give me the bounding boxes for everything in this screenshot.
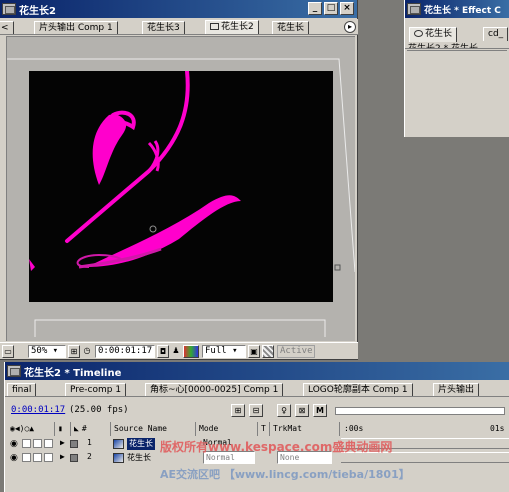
shy-layers-icon[interactable]: ⊟	[249, 404, 263, 417]
timeline-fps: (25.00 fps)	[69, 405, 129, 415]
watermark-copyright: 版权所有www.kespace.com盛典动画网	[160, 440, 393, 454]
motion-blur-icon[interactable]: ⊠	[295, 404, 309, 417]
comp-pasteboard[interactable]	[6, 36, 355, 341]
solo-toggle[interactable]	[33, 453, 42, 462]
audio-toggle[interactable]	[22, 453, 31, 462]
composition-icon	[2, 3, 16, 15]
effect-icon	[414, 30, 423, 37]
av-features-header: ◉◀)○▲	[7, 422, 55, 436]
film-icon	[113, 438, 124, 449]
tab-comp-3[interactable]: 花生长3	[142, 21, 185, 34]
effect-window-icon	[407, 3, 421, 15]
number-column-header: ◣ #	[71, 422, 111, 436]
audio-toggle[interactable]	[22, 439, 31, 448]
tab-menu-arrow-icon[interactable]: ▸	[344, 21, 356, 33]
label-color-swatch[interactable]	[70, 440, 78, 448]
eye-icon[interactable]: ◉	[10, 439, 19, 449]
label-swatch-icon: ◣	[74, 424, 79, 433]
composition-window: 花生长2 _ □ × < 片头输出 Comp 1 花生长3 花生长2 花生长 ▸	[0, 0, 358, 360]
tab-effect-cd[interactable]: cd_	[483, 27, 509, 41]
maximize-icon[interactable]: □	[324, 2, 338, 15]
lock-toggle[interactable]	[44, 453, 53, 462]
minimize-icon[interactable]: _	[308, 2, 322, 15]
solo-toggle[interactable]	[33, 439, 42, 448]
effect-breadcrumb: 花生长2 * 花生长	[408, 44, 478, 49]
comp-marker-icon[interactable]: ⊞	[231, 404, 245, 417]
timeline-title: 花生长2 * Timeline	[24, 367, 122, 379]
tab-logo-outline-comp[interactable]: LOGO轮廓副本 Comp 1	[303, 383, 413, 396]
tab-effect-layer[interactable]: 花生长	[409, 27, 458, 42]
tab-partial-left[interactable]: <	[0, 21, 14, 34]
tab-corner-heart-comp[interactable]: 角标~心[0000-0025] Comp 1	[145, 383, 284, 396]
layer-number: 1	[87, 438, 92, 447]
comp-window-title: 花生长2	[19, 5, 56, 17]
resolution-select[interactable]: Full ▾	[202, 344, 246, 358]
film-icon	[210, 23, 219, 30]
effect-controls-panel	[407, 50, 507, 134]
tab-final[interactable]: final	[7, 383, 37, 396]
timeline-column-header: ◉◀)○▲ ▮ ◣ # Source Name Mode T TrkMat :00…	[5, 422, 509, 436]
show-snapshot-icon[interactable]: ♟	[171, 344, 181, 358]
tab-comp-1[interactable]: 花生长	[272, 21, 310, 34]
effect-window-title: 花生长 * Effect C	[424, 5, 501, 16]
timeline-icon	[7, 365, 21, 377]
tab-pre-comp-1[interactable]: Pre-comp 1	[65, 383, 127, 396]
layer-source-name[interactable]: 花生长	[113, 437, 155, 450]
twirl-arrow-icon[interactable]: ▶	[60, 437, 65, 450]
film-icon	[113, 452, 124, 463]
effect-controls-window: 花生长 * Effect C 花生长 cd_ 花生长2 * 花生长	[404, 0, 509, 137]
region-of-interest-icon[interactable]: ▣	[248, 344, 260, 358]
watermark-forum: AE交流区吧 【www.lincg.com/tieba/1801】	[160, 468, 410, 481]
lock-toggle[interactable]	[44, 439, 53, 448]
time-navigator[interactable]	[335, 407, 505, 415]
mode-header: Mode	[196, 422, 258, 436]
tab-comp-2[interactable]: 花生长2	[205, 20, 259, 34]
composition-canvas[interactable]	[29, 71, 333, 302]
zoom-select[interactable]: 50% ▾	[28, 344, 66, 358]
timeline-title-bar[interactable]: 花生长2 * Timeline	[5, 362, 509, 380]
ruler-start: :00s	[344, 424, 364, 433]
ruler-end: 01s	[490, 424, 505, 433]
active-camera-select[interactable]: Active	[277, 344, 315, 358]
timeline-tab-strip: final Pre-comp 1 角标~心[0000-0025] Comp 1 …	[5, 381, 509, 397]
channel-icon[interactable]	[183, 344, 199, 358]
effect-tab-strip: 花生长 cd_ 花生长2 * 花生长	[405, 19, 509, 49]
label-header: ▮	[55, 422, 71, 436]
effect-title-bar[interactable]: 花生长 * Effect C	[405, 0, 509, 18]
timeline-time-row: 0:00:01:17 (25.00 fps) ⊞ ⊟ ♀ ⊠ M	[5, 402, 509, 420]
timeline-timecode[interactable]: 0:00:01:17	[11, 405, 65, 415]
transparency-grid-icon[interactable]	[262, 344, 274, 358]
tab-title-output[interactable]: 片头输出	[433, 383, 480, 396]
viewer-controls: ▭ 50% ▾ ⊞ ◷ 0:00:01:17 ◘ ♟ Full ▾ ▣ Acti…	[0, 342, 358, 359]
flower-artwork	[29, 71, 241, 271]
source-name-header: Source Name	[111, 422, 196, 436]
viewer-timecode[interactable]: 0:00:01:17	[95, 344, 155, 358]
close-icon[interactable]: ×	[340, 2, 354, 15]
timecode-icon: ◷	[82, 344, 92, 358]
layer-number: 2	[87, 452, 92, 461]
comp-flowchart-icon[interactable]: ▭	[2, 344, 14, 358]
tab-comp-output[interactable]: 片头输出 Comp 1	[34, 21, 118, 34]
layer-source-name[interactable]: 花生长	[113, 451, 151, 464]
label-color-swatch[interactable]	[70, 454, 78, 462]
graph-editor-icon[interactable]: M	[313, 404, 327, 417]
t-header: T	[258, 422, 270, 436]
trkmat-header: TrkMat	[270, 422, 340, 436]
eye-icon[interactable]: ◉	[10, 453, 19, 463]
frame-blending-icon[interactable]: ♀	[277, 404, 291, 417]
snapshot-icon[interactable]: ◘	[157, 344, 169, 358]
comp-tab-strip: < 片头输出 Comp 1 花生长3 花生长2 花生长 ▸	[0, 19, 358, 35]
safe-zones-icon[interactable]: ⊞	[68, 344, 80, 358]
comp-title-bar[interactable]: 花生长2 _ □ ×	[0, 0, 357, 18]
twirl-arrow-icon[interactable]: ▶	[60, 451, 65, 464]
